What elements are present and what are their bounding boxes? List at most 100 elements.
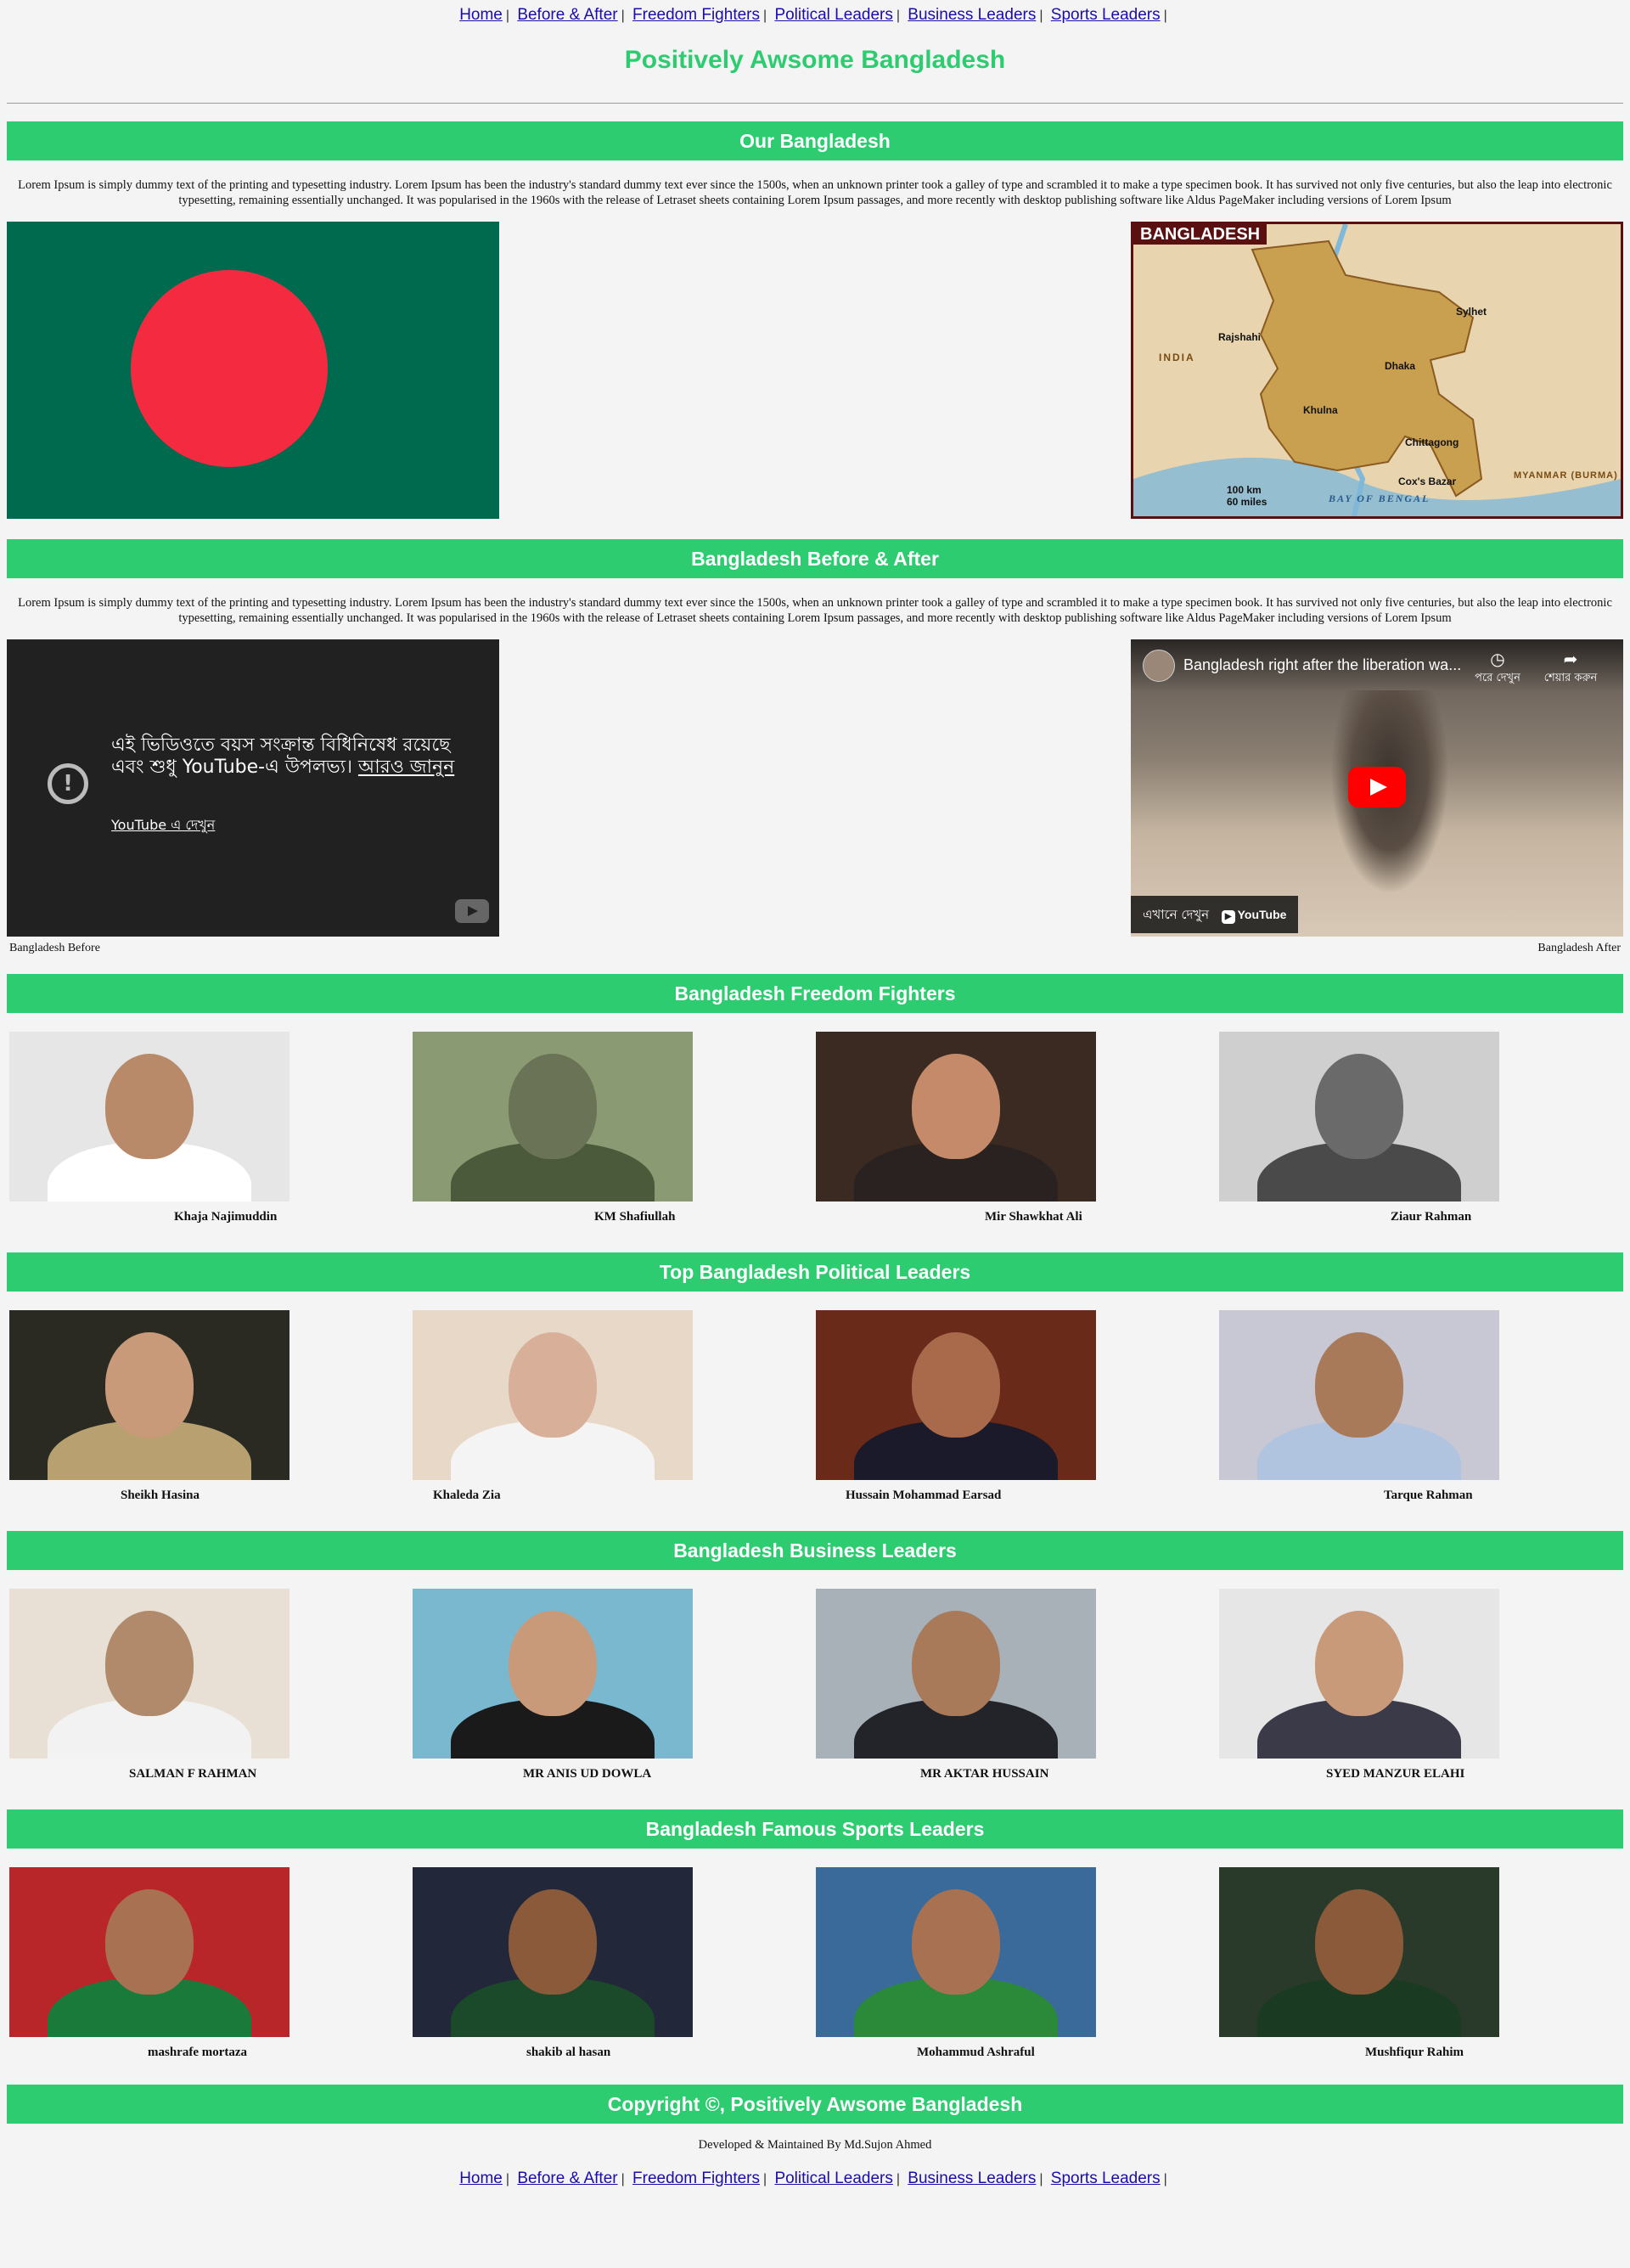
person-name: Khaja Najimuddin [174,1210,278,1224]
nav-separator: | [896,2172,901,2186]
person-card: Hussain Mohammad Earsad [813,1310,1217,1511]
person-card: Ziaur Rahman [1217,1032,1620,1232]
our-bangladesh-text: Lorem Ipsum is simply dummy text of the … [18,178,1612,207]
nav-link-business-leaders[interactable]: Business Leaders [908,2170,1036,2187]
person-name: Tarque Rahman [1384,1489,1473,1502]
person-photo [1219,1032,1499,1202]
person-photo-head [509,1332,597,1438]
alert-circle-icon: ! [48,763,88,804]
before-after-media: ! এই ভিডিওতে বয়স সংক্রান্ত বিধিনিষেধ রয… [7,639,1623,937]
video-title[interactable]: Bangladesh right after the liberation wa… [1183,656,1461,674]
person-name: KM Shafiullah [594,1210,676,1224]
nav-link-freedom-fighters[interactable]: Freedom Fighters [632,6,760,24]
person-card: Tarque Rahman [1217,1310,1620,1511]
person-card: MR ANIS UD DOWLA [410,1589,813,1789]
section-heading-before-after: Bangladesh Before & After [7,539,1623,578]
bottom-nav: Home | Before & After | Freedom Fighters | … [0,2159,1630,2192]
nav-link-sports-leaders[interactable]: Sports Leaders [1051,6,1161,24]
person-card: Sheikh Hasina [7,1310,410,1511]
person-card: KM Shafiullah [410,1032,813,1232]
person-photo [413,1867,693,2037]
play-button-icon[interactable] [1348,767,1406,808]
person-card: SALMAN F RAHMAN [7,1589,410,1789]
nav-separator: | [896,8,901,23]
person-card: Khaja Najimuddin [7,1032,410,1232]
share-button[interactable]: ➦ শেয়ার করুন [1537,648,1605,688]
section-heading-sports-leaders: Bangladesh Famous Sports Leaders [7,1809,1623,1849]
person-photo [9,1867,289,2037]
nav-link-political-leaders[interactable]: Political Leaders [774,6,892,24]
person-photo [413,1310,693,1480]
person-photo-head [105,1332,194,1438]
person-name: MR ANIS UD DOWLA [523,1767,652,1781]
youtube-wordmark: YouTube [1237,908,1287,921]
person-photo-head [509,1054,597,1159]
map-label-bay: BAY OF BENGAL [1329,492,1430,504]
nav-link-before-after[interactable]: Before & After [517,2170,617,2187]
nav-link-sports-leaders[interactable]: Sports Leaders [1051,2170,1161,2187]
person-photo [413,1589,693,1759]
map-label-rajshahi: Rajshahi [1218,331,1262,343]
person-photo [1219,1310,1499,1480]
nav-link-freedom-fighters[interactable]: Freedom Fighters [632,2170,760,2187]
section-heading-business-leaders: Bangladesh Business Leaders [7,1531,1623,1570]
person-photo-head [912,1054,1000,1159]
video-before-embed[interactable]: ! এই ভিডিওতে বয়স সংক্রান্ত বিধিনিষেধ রয… [7,639,499,937]
map-title: BANGLADESH [1133,224,1267,245]
person-photo [816,1589,1096,1759]
person-photo [9,1589,289,1759]
nav-separator: | [505,2172,510,2186]
nav-link-business-leaders[interactable]: Business Leaders [908,6,1036,24]
freedom-fighters-grid: Khaja Najimuddin KM Shafiullah Mir Shawkha… [7,1032,1623,1232]
nav-link-home[interactable]: Home [459,6,503,24]
person-card: Khaleda Zia [410,1310,813,1511]
person-card: mashrafe mortaza [7,1867,410,2068]
person-card: Mohammud Ashraful [813,1867,1217,2068]
person-name: mashrafe mortaza [148,2046,248,2059]
learn-more-link[interactable]: আরও জানুন [358,757,454,778]
person-card: MR AKTAR HUSSAIN [813,1589,1217,1789]
nav-separator: | [505,8,510,23]
nav-separator: | [1039,8,1043,23]
map-label-myanmar: MYANMAR (BURMA) [1514,470,1618,481]
youtube-logo-icon: ▶ YouTube [1221,896,1287,933]
video-after-embed[interactable]: Bangladesh right after the liberation wa… [1131,639,1623,937]
watch-on-youtube-link[interactable]: YouTube এ দেখুন [111,814,215,837]
watch-later-button[interactable]: ◷ পরে দেখুন [1464,648,1532,688]
person-name: Mohammud Ashraful [917,2046,1035,2059]
nav-link-home[interactable]: Home [459,2170,503,2187]
person-photo [816,1032,1096,1202]
person-name: Mir Shawkhat Ali [985,1210,1082,1224]
watch-on-youtube-button[interactable]: এখানে দেখুন ▶ YouTube [1131,896,1299,933]
map-land [1251,239,1483,498]
nav-link-before-after[interactable]: Before & After [517,6,617,24]
map-scale-km: 100 km [1227,484,1262,496]
map-bay [1133,458,1621,516]
person-photo [413,1032,693,1202]
person-photo [9,1032,289,1202]
person-photo [816,1310,1096,1480]
flag-red-disc [131,270,328,467]
political-leaders-grid: Sheikh Hasina Khaleda Zia Hussain Mohammad… [7,1310,1623,1511]
map-label-sylhet: Sylhet [1456,306,1487,318]
person-photo-head [1315,1889,1403,1995]
nav-separator: | [1163,2172,1167,2186]
map-label-dhaka: Dhaka [1385,360,1416,372]
section-heading-political-leaders: Top Bangladesh Political Leaders [7,1252,1623,1292]
person-photo-head [912,1889,1000,1995]
watch-here-label: এখানে দেখুন [1143,907,1210,922]
map-label-khulna: Khulna [1303,404,1338,416]
person-photo [816,1867,1096,2037]
nav-separator: | [1163,8,1167,23]
watch-later-label: পরে দেখুন [1475,672,1520,684]
nav-link-political-leaders[interactable]: Political Leaders [774,2170,892,2187]
nav-separator: | [763,8,767,23]
person-photo-head [105,1611,194,1716]
caption-after: Bangladesh After [1537,942,1621,954]
map-scale-miles: 60 miles [1227,496,1267,508]
person-photo-head [912,1332,1000,1438]
before-after-text: Lorem Ipsum is simply dummy text of the … [18,596,1612,625]
channel-avatar[interactable] [1143,650,1175,682]
video-captions: Bangladesh Before Bangladesh After [7,937,1623,954]
person-name: SYED MANZUR ELAHI [1326,1767,1465,1781]
